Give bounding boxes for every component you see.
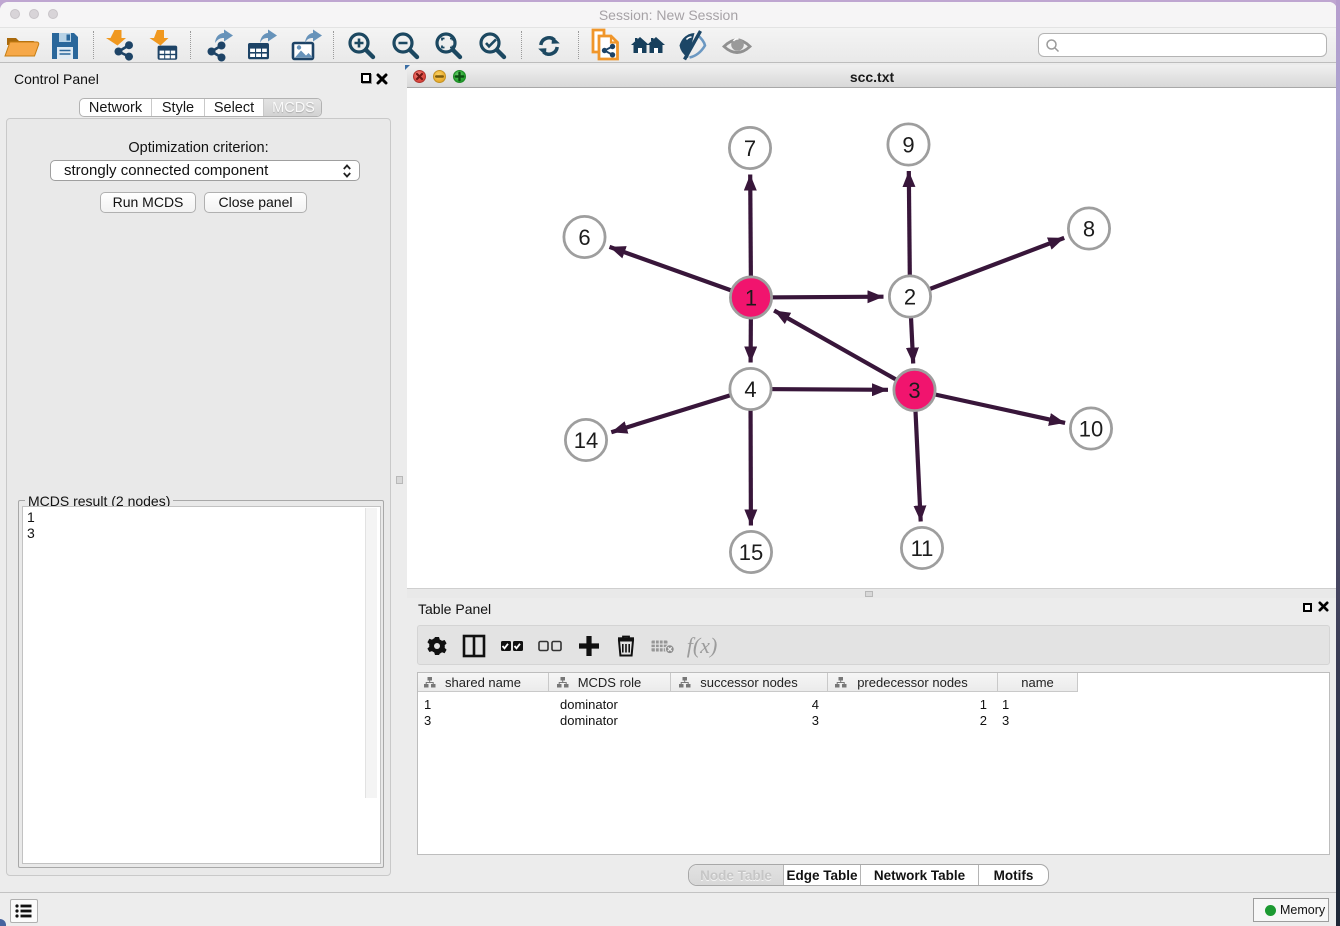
svg-text:2: 2 <box>904 285 916 310</box>
svg-text:3: 3 <box>908 378 920 403</box>
svg-text:11: 11 <box>911 536 934 561</box>
svg-text:4: 4 <box>744 377 756 402</box>
svg-text:15: 15 <box>739 540 763 565</box>
svg-text:6: 6 <box>578 225 590 250</box>
svg-text:1: 1 <box>745 286 757 311</box>
svg-text:9: 9 <box>902 133 914 158</box>
svg-text:8: 8 <box>1083 217 1095 242</box>
svg-text:14: 14 <box>574 428 598 453</box>
svg-text:10: 10 <box>1079 417 1103 442</box>
svg-text:7: 7 <box>744 136 756 161</box>
svg-text:f(x): f(x) <box>687 633 718 658</box>
